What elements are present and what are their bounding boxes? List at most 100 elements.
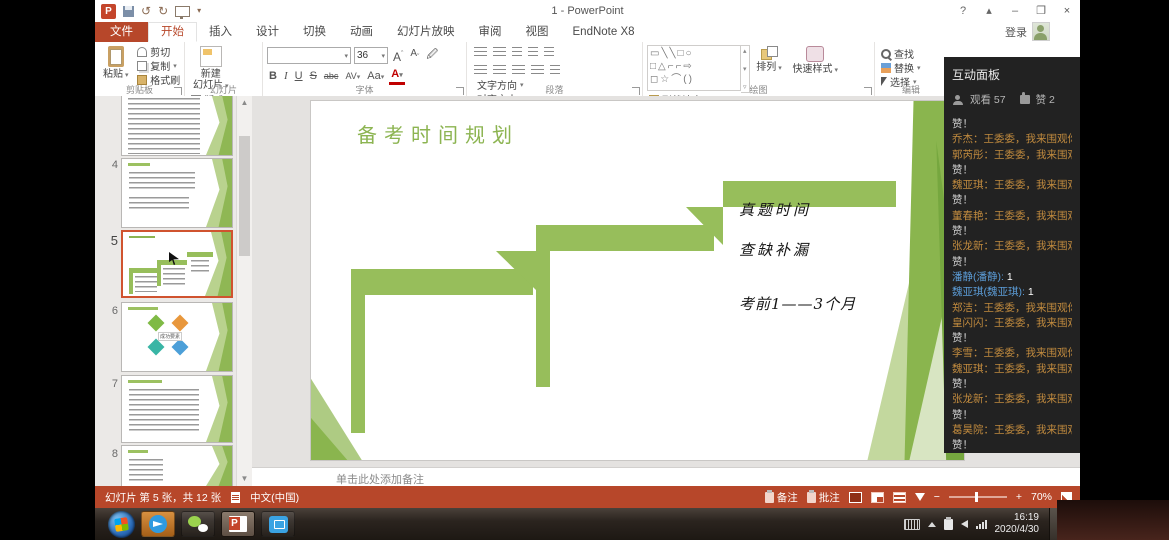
current-slide[interactable]: 备考时间规划 真题时间 查缺补漏 考前1——3个月 (310, 100, 965, 461)
sign-in[interactable]: 登录 (1005, 22, 1050, 41)
step2-textbox[interactable] (554, 237, 714, 246)
start-button[interactable] (108, 511, 135, 538)
tab-animations[interactable]: 动画 (338, 22, 385, 42)
quick-styles-button[interactable]: 快速样式 ▾ (789, 45, 842, 77)
columns-icon[interactable] (550, 65, 560, 76)
chat-message-text: 魏亚琪：王委委，我来围观你的直播 (952, 363, 1072, 375)
zoom-in-button[interactable]: + (1016, 491, 1022, 503)
help-button[interactable]: ? (950, 0, 976, 22)
tab-insert[interactable]: 插入 (197, 22, 244, 42)
notes-placeholder[interactable]: 单击此处添加备注 (336, 471, 424, 487)
zoom-out-button[interactable]: − (934, 491, 940, 503)
underline-button[interactable]: U (293, 69, 305, 84)
comments-toggle[interactable]: 批注 (807, 490, 840, 505)
tab-file[interactable]: 文件 (95, 22, 148, 42)
chat-message-text: 郭芮彤：王委委，我来围观你的直播 (952, 149, 1072, 161)
volume-icon[interactable] (961, 520, 968, 528)
step1-textbox[interactable] (369, 281, 521, 290)
line-spacing-icon[interactable] (544, 47, 554, 58)
decrease-indent-icon[interactable] (512, 47, 522, 58)
close-button[interactable]: × (1054, 0, 1080, 22)
keyboard-tray-icon[interactable] (904, 519, 920, 530)
shadow-button[interactable]: S (308, 69, 319, 84)
zoom-slider-thumb[interactable] (975, 492, 978, 502)
thumbnail-slide-3[interactable] (121, 96, 233, 156)
scrollbar-thumb[interactable] (239, 136, 250, 256)
strikethrough-button[interactable]: abc (322, 69, 341, 84)
clipboard-dialog-launcher[interactable] (174, 87, 182, 95)
bold-button[interactable]: B (267, 69, 279, 84)
normal-view-button[interactable] (849, 492, 862, 503)
minimize-button[interactable]: – (1002, 0, 1028, 22)
video-app-icon (269, 516, 288, 533)
thumbnail-scrollbar[interactable]: ▲ ▼ (236, 96, 252, 486)
thumbnail-slide-7[interactable] (121, 375, 233, 443)
thumbnail-slide-6[interactable]: 成功要素 (121, 302, 233, 372)
copy-button[interactable]: 复制▾ (137, 59, 180, 72)
scroll-down-arrow[interactable]: ▼ (237, 472, 252, 486)
align-center-icon[interactable] (493, 65, 506, 76)
paragraph-dialog-launcher[interactable] (632, 87, 640, 95)
zoom-level[interactable]: 70% (1031, 491, 1052, 503)
network-signal-icon[interactable] (976, 520, 987, 529)
cut-button[interactable]: 剪切 (137, 45, 180, 58)
tab-home[interactable]: 开始 (148, 22, 197, 42)
taskbar-powerpoint-button[interactable] (221, 511, 255, 537)
clear-formatting-button[interactable]: 🖉 (424, 48, 440, 63)
hidden-icons-arrow[interactable] (928, 522, 936, 527)
drawing-group: ▭╲╲□○ □△⌐⌐⇨ ◻☆⌒() ▴▾▿ 排列 ▾ 快速样式 ▾ 形状填充▾ … (643, 42, 875, 96)
slide-title[interactable]: 备考时间规划 (357, 119, 519, 148)
tab-slideshow[interactable]: 幻灯片放映 (385, 22, 467, 42)
language-indicator[interactable]: 中文(中国) (250, 490, 299, 505)
slide-sorter-view-button[interactable] (871, 492, 884, 503)
font-group: ▾ 36▾ Aˆ Aˇ 🖉 B I U S abc AV▾ Aa▾ A▾ 字体 (263, 42, 467, 96)
chat-message-text: 张龙新：王委委，我来围观你的直播 (952, 240, 1072, 252)
reading-view-button[interactable] (893, 492, 906, 503)
notes-pane[interactable]: 单击此处添加备注 (252, 467, 1080, 487)
step3-line1[interactable]: 真题时间 (739, 199, 811, 220)
tab-transitions[interactable]: 切换 (291, 22, 338, 42)
user-avatar[interactable] (1032, 22, 1050, 41)
clock[interactable]: 16:19 2020/4/30 (995, 512, 1040, 536)
spell-check-icon[interactable] (231, 492, 240, 503)
slideshow-view-button[interactable] (915, 493, 925, 501)
tray-app-icon[interactable] (944, 519, 953, 530)
scroll-up-arrow[interactable]: ▲ (237, 96, 252, 110)
justify-icon[interactable] (531, 65, 544, 76)
ribbon-options-button[interactable]: ▴ (976, 0, 1002, 22)
show-desktop-button[interactable] (1049, 508, 1057, 540)
align-left-icon[interactable] (474, 65, 487, 76)
font-name-select[interactable]: ▾ (267, 47, 351, 64)
step3-line3[interactable]: 考前1——3个月 (739, 293, 856, 314)
grow-font-button[interactable]: Aˆ (391, 47, 405, 65)
find-button[interactable]: 查找 (881, 47, 921, 60)
align-right-icon[interactable] (512, 65, 525, 76)
thumbnail-slide-5-selected[interactable] (121, 230, 233, 298)
taskbar-messaging-app-button[interactable] (141, 511, 175, 537)
tab-design[interactable]: 设计 (244, 22, 291, 42)
taskbar-wechat-button[interactable] (181, 511, 215, 537)
paste-button[interactable]: 粘贴 ▾ (99, 45, 132, 82)
replace-button[interactable]: 替换▾ (881, 61, 921, 74)
tab-review[interactable]: 审阅 (467, 22, 514, 42)
tab-view[interactable]: 视图 (514, 22, 561, 42)
notes-toggle[interactable]: 备注 (765, 490, 798, 505)
increase-indent-icon[interactable] (528, 47, 538, 58)
zoom-slider[interactable] (949, 496, 1007, 498)
bullets-icon[interactable] (474, 47, 487, 58)
drawing-dialog-launcher[interactable] (864, 87, 872, 95)
font-size-select[interactable]: 36▾ (354, 47, 388, 64)
taskbar-video-app-button[interactable] (261, 511, 295, 537)
new-slide-icon (200, 46, 222, 67)
thumbnail-slide-4[interactable] (121, 158, 233, 228)
tab-endnote[interactable]: EndNote X8 (561, 22, 647, 42)
font-dialog-launcher[interactable] (456, 87, 464, 95)
arrange-button[interactable]: 排列 ▾ (752, 45, 785, 75)
shrink-font-button[interactable]: Aˇ (408, 46, 421, 65)
chat-message: 魏亚琪：王委委，我来围观你的直播 (952, 362, 1072, 377)
numbering-icon[interactable] (493, 47, 506, 58)
restore-button[interactable]: ❐ (1028, 0, 1054, 22)
italic-button[interactable]: I (282, 69, 290, 84)
step3-line2[interactable]: 查缺补漏 (739, 239, 811, 260)
thumbnail-slide-8[interactable] (121, 445, 233, 486)
